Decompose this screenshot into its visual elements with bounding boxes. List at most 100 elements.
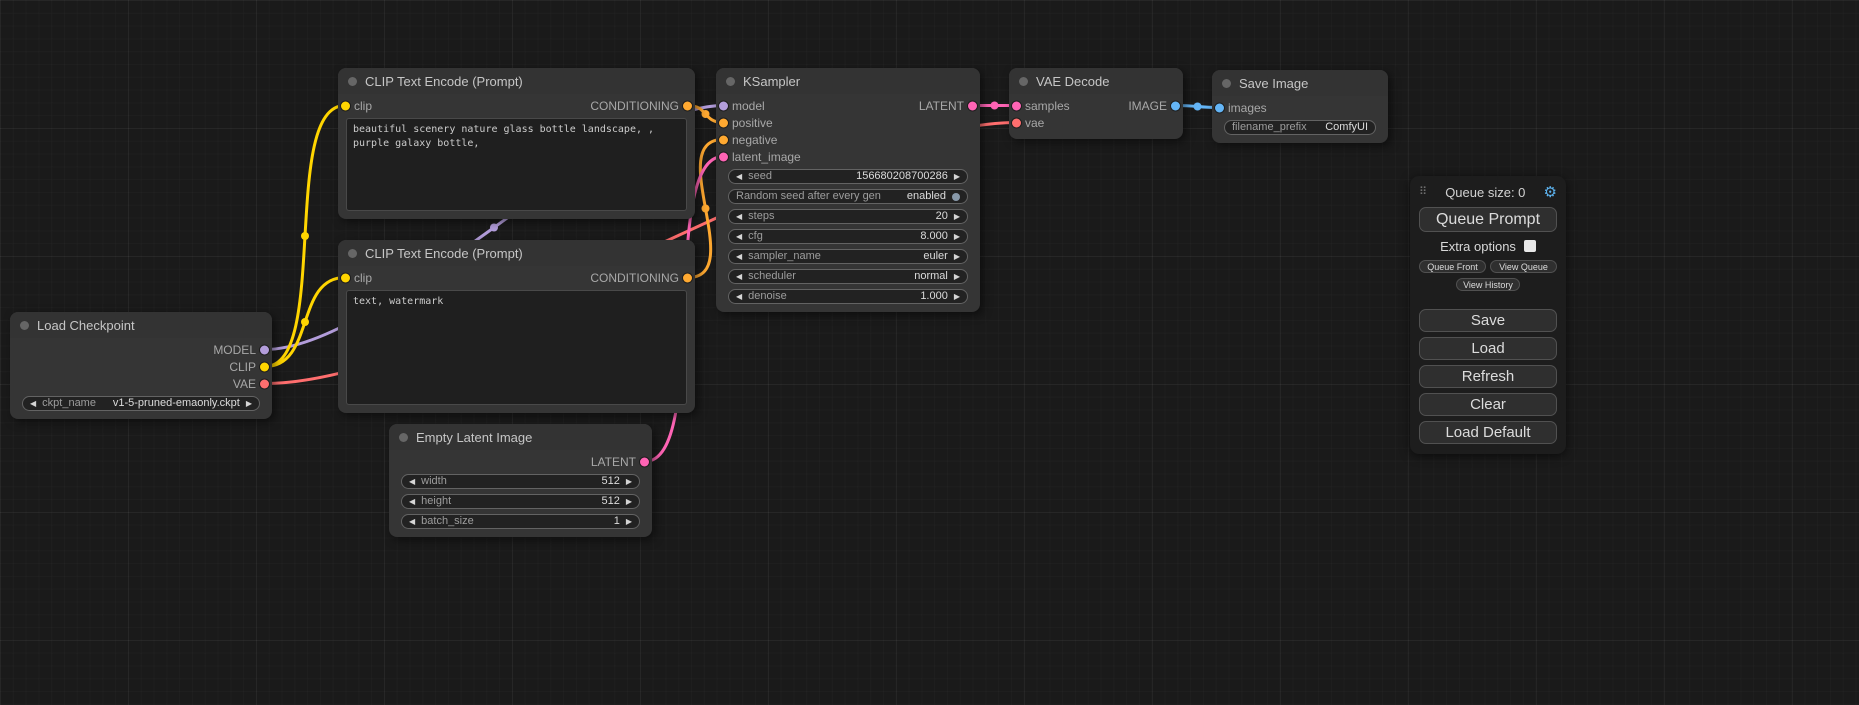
- decrement-arrow-icon[interactable]: ◀: [736, 273, 742, 281]
- input-port-samples[interactable]: [1012, 101, 1021, 110]
- denoise-widget[interactable]: ◀ denoise 1.000 ▶: [728, 289, 968, 304]
- collapse-dot-icon[interactable]: [726, 77, 735, 86]
- increment-arrow-icon[interactable]: ▶: [954, 213, 960, 221]
- wire-cond2-midpoint-dot: [702, 205, 710, 213]
- increment-arrow-icon[interactable]: ▶: [954, 293, 960, 301]
- output-port-latent[interactable]: [968, 101, 977, 110]
- graph-canvas[interactable]: Load Checkpoint MODEL CLIP VAE ◀ ckpt_na…: [0, 0, 1859, 705]
- output-port-conditioning[interactable]: [683, 273, 692, 282]
- view-history-button[interactable]: View History: [1456, 278, 1520, 291]
- wire-cond1-midpoint-dot: [702, 110, 710, 118]
- input-label-clip: clip: [354, 271, 372, 285]
- input-label-model: model: [732, 99, 765, 113]
- input-label-vae: vae: [1025, 116, 1044, 130]
- drag-handle-icon[interactable]: ⠿: [1419, 187, 1427, 198]
- load-button[interactable]: Load: [1419, 337, 1557, 360]
- input-port-vae[interactable]: [1012, 118, 1021, 127]
- increment-arrow-icon[interactable]: ▶: [246, 400, 252, 408]
- clear-button[interactable]: Clear: [1419, 393, 1557, 416]
- increment-arrow-icon[interactable]: ▶: [954, 253, 960, 261]
- decrement-arrow-icon[interactable]: ◀: [736, 213, 742, 221]
- collapse-dot-icon[interactable]: [399, 433, 408, 442]
- output-port-clip[interactable]: [260, 362, 269, 371]
- node-load-checkpoint-titlebar[interactable]: Load Checkpoint: [10, 312, 272, 338]
- node-clip-negative-titlebar[interactable]: CLIP Text Encode (Prompt): [338, 240, 695, 266]
- node-clip-text-encode-negative[interactable]: CLIP Text Encode (Prompt) clip CONDITION…: [338, 240, 695, 413]
- decrement-arrow-icon[interactable]: ◀: [736, 253, 742, 261]
- widget-label: ckpt_name: [42, 398, 96, 409]
- decrement-arrow-icon[interactable]: ◀: [736, 173, 742, 181]
- output-port-image[interactable]: [1171, 101, 1180, 110]
- decrement-arrow-icon[interactable]: ◀: [736, 233, 742, 241]
- sampler-name-widget[interactable]: ◀ sampler_name euler ▶: [728, 249, 968, 264]
- node-ksampler[interactable]: KSampler model LATENT positive negative …: [716, 68, 980, 312]
- increment-arrow-icon[interactable]: ▶: [626, 518, 632, 526]
- port-row: clip CONDITIONING: [338, 269, 695, 286]
- queue-front-button[interactable]: Queue Front: [1419, 260, 1486, 273]
- increment-arrow-icon[interactable]: ▶: [626, 478, 632, 486]
- input-port-clip[interactable]: [341, 101, 350, 110]
- output-label-latent: LATENT: [919, 99, 964, 113]
- node-empty-latent-image[interactable]: Empty Latent Image LATENT ◀ width 512 ▶ …: [389, 424, 652, 537]
- input-port-latent-image[interactable]: [719, 152, 728, 161]
- node-vae-decode[interactable]: VAE Decode samples IMAGE vae: [1009, 68, 1183, 139]
- node-load-checkpoint[interactable]: Load Checkpoint MODEL CLIP VAE ◀ ckpt_na…: [10, 312, 272, 419]
- collapse-dot-icon[interactable]: [1019, 77, 1028, 86]
- increment-arrow-icon[interactable]: ▶: [954, 233, 960, 241]
- output-port-model[interactable]: [260, 345, 269, 354]
- collapse-dot-icon[interactable]: [1222, 79, 1231, 88]
- node-save-image-titlebar[interactable]: Save Image: [1212, 70, 1388, 96]
- node-empty-latent-titlebar[interactable]: Empty Latent Image: [389, 424, 652, 450]
- positive-prompt-textarea[interactable]: beautiful scenery nature glass bottle la…: [346, 118, 687, 211]
- settings-gear-icon[interactable]: ⚙: [1544, 185, 1557, 200]
- collapse-dot-icon[interactable]: [348, 77, 357, 86]
- extra-options-checkbox[interactable]: [1524, 240, 1536, 252]
- node-save-image[interactable]: Save Image images filename_prefix ComfyU…: [1212, 70, 1388, 143]
- decrement-arrow-icon[interactable]: ◀: [409, 478, 415, 486]
- extra-options-row: Extra options: [1419, 237, 1557, 255]
- decrement-arrow-icon[interactable]: ◀: [736, 293, 742, 301]
- output-port-vae[interactable]: [260, 379, 269, 388]
- input-port-positive[interactable]: [719, 118, 728, 127]
- increment-arrow-icon[interactable]: ▶: [954, 273, 960, 281]
- scheduler-widget[interactable]: ◀ scheduler normal ▶: [728, 269, 968, 284]
- height-widget[interactable]: ◀ height 512 ▶: [401, 494, 640, 509]
- decrement-arrow-icon[interactable]: ◀: [409, 518, 415, 526]
- menu-spacer: [1419, 296, 1557, 304]
- widget-label: cfg: [748, 231, 763, 242]
- queue-prompt-button[interactable]: Queue Prompt: [1419, 207, 1557, 232]
- wire-model-midpoint-dot: [490, 224, 498, 232]
- output-port-latent[interactable]: [640, 457, 649, 466]
- decrement-arrow-icon[interactable]: ◀: [409, 498, 415, 506]
- input-port-negative[interactable]: [719, 135, 728, 144]
- output-port-conditioning[interactable]: [683, 101, 692, 110]
- refresh-button[interactable]: Refresh: [1419, 365, 1557, 388]
- steps-widget[interactable]: ◀ steps 20 ▶: [728, 209, 968, 224]
- seed-widget[interactable]: ◀ seed 156680208700286 ▶: [728, 169, 968, 184]
- width-widget[interactable]: ◀ width 512 ▶: [401, 474, 640, 489]
- node-ksampler-titlebar[interactable]: KSampler: [716, 68, 980, 94]
- increment-arrow-icon[interactable]: ▶: [954, 173, 960, 181]
- input-port-model[interactable]: [719, 101, 728, 110]
- output-row-vae: VAE: [10, 375, 272, 392]
- widget-label: seed: [748, 171, 772, 182]
- collapse-dot-icon[interactable]: [20, 321, 29, 330]
- view-queue-button[interactable]: View Queue: [1490, 260, 1557, 273]
- decrement-arrow-icon[interactable]: ◀: [30, 400, 36, 408]
- cfg-widget[interactable]: ◀ cfg 8.000 ▶: [728, 229, 968, 244]
- node-title: VAE Decode: [1036, 74, 1109, 89]
- load-default-button[interactable]: Load Default: [1419, 421, 1557, 444]
- filename-prefix-widget[interactable]: filename_prefix ComfyUI: [1224, 120, 1376, 135]
- node-clip-positive-titlebar[interactable]: CLIP Text Encode (Prompt): [338, 68, 695, 94]
- input-port-images[interactable]: [1215, 103, 1224, 112]
- random-seed-toggle-widget[interactable]: Random seed after every gen enabled: [728, 189, 968, 204]
- batch-size-widget[interactable]: ◀ batch_size 1 ▶: [401, 514, 640, 529]
- node-clip-text-encode-positive[interactable]: CLIP Text Encode (Prompt) clip CONDITION…: [338, 68, 695, 219]
- input-port-clip[interactable]: [341, 273, 350, 282]
- ckpt-name-widget[interactable]: ◀ ckpt_name v1-5-pruned-emaonly.ckpt ▶: [22, 396, 260, 411]
- increment-arrow-icon[interactable]: ▶: [626, 498, 632, 506]
- save-button[interactable]: Save: [1419, 309, 1557, 332]
- node-vae-decode-titlebar[interactable]: VAE Decode: [1009, 68, 1183, 94]
- collapse-dot-icon[interactable]: [348, 249, 357, 258]
- negative-prompt-textarea[interactable]: text, watermark: [346, 290, 687, 405]
